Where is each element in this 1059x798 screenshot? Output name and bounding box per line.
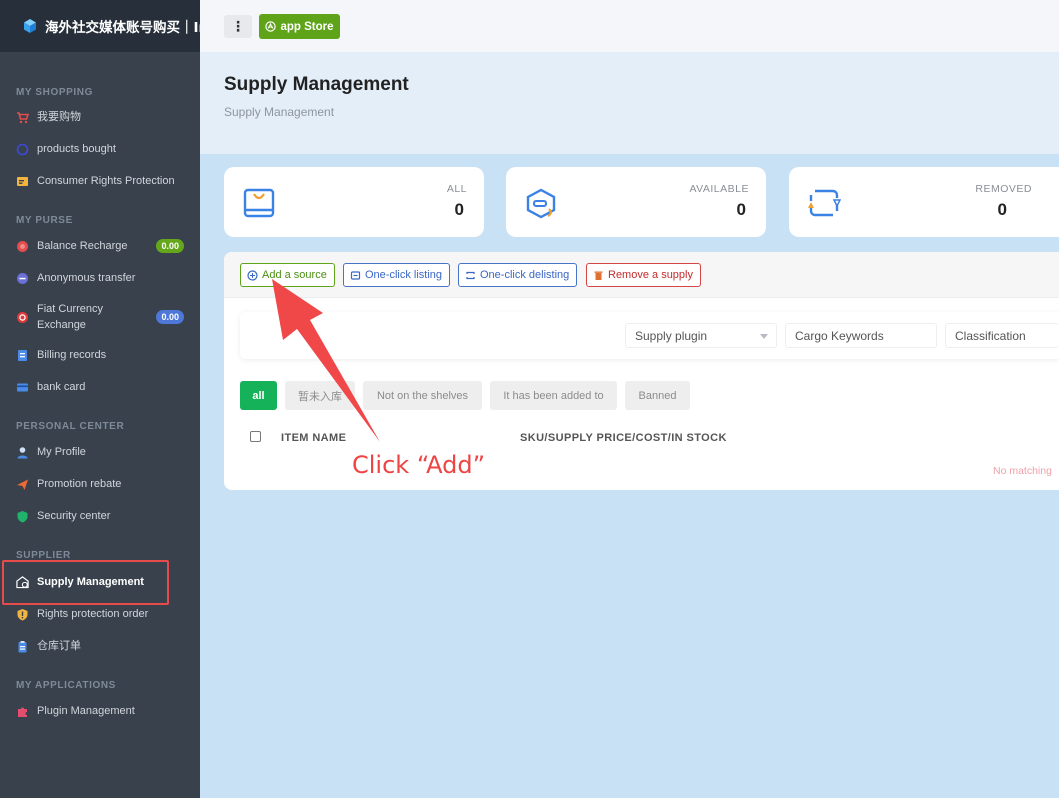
annotation-text: Click “Add” (352, 451, 486, 479)
annotation-arrow (272, 279, 380, 442)
